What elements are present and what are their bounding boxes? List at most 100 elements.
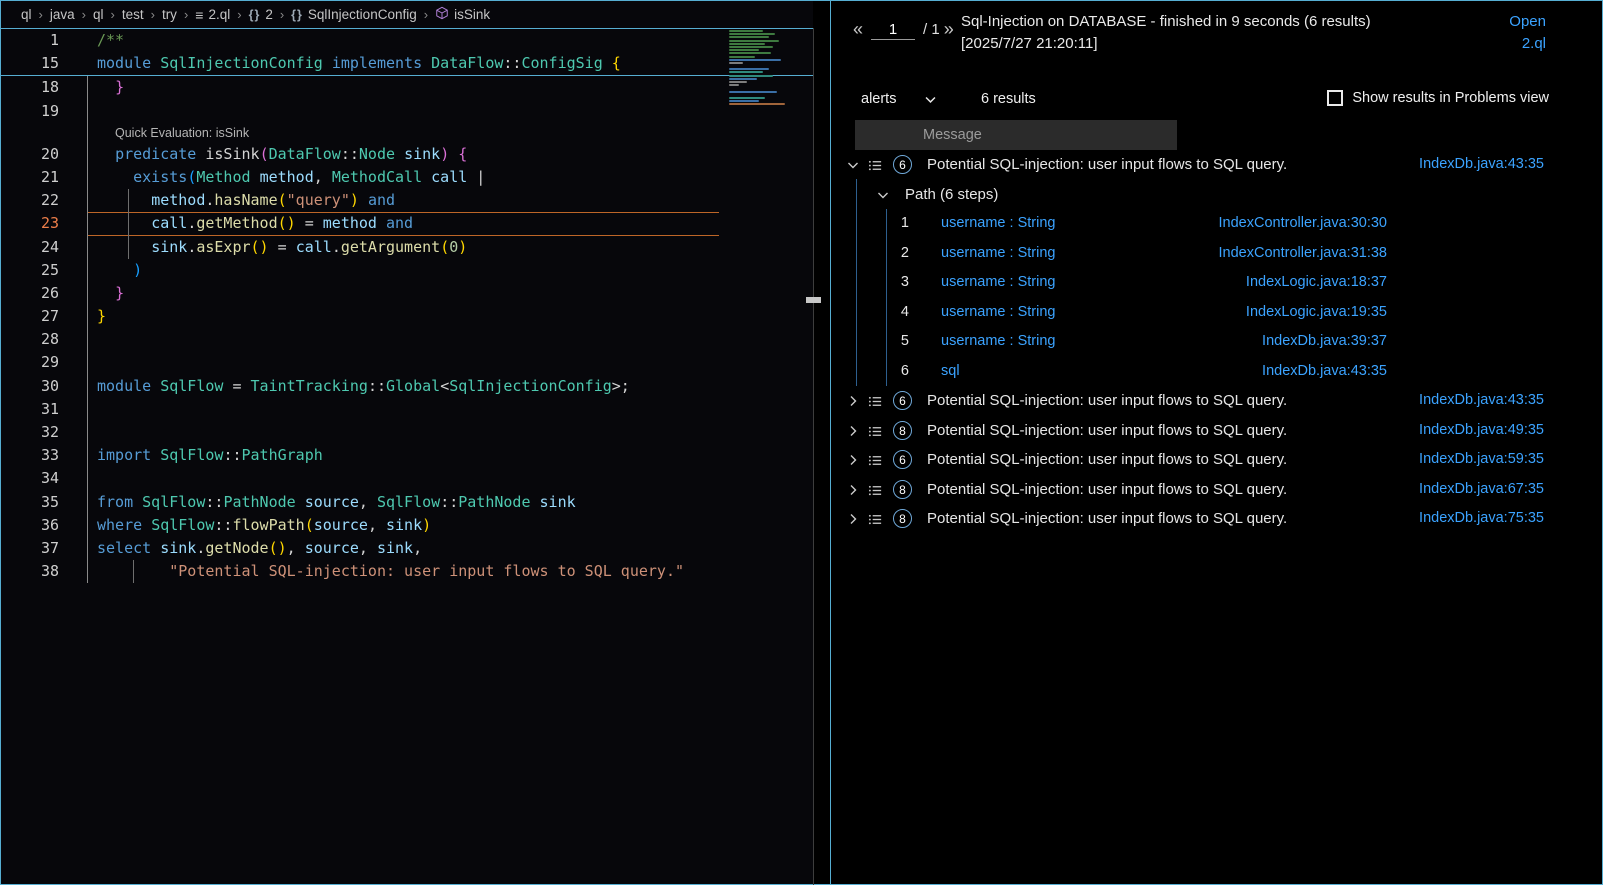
- chevron-down-icon[interactable]: [845, 157, 861, 173]
- breadcrumb-separator: ›: [280, 7, 284, 22]
- sash-drag-handle[interactable]: [806, 297, 821, 303]
- breadcrumb-item-java[interactable]: java: [50, 7, 75, 22]
- alert-location-link[interactable]: IndexDb.java:49:35: [1419, 416, 1544, 446]
- code-token: SqlFlow: [142, 493, 205, 511]
- prev-page-button[interactable]: «: [849, 19, 867, 40]
- alert-message[interactable]: Potential SQL-injection: user input flow…: [927, 150, 1287, 180]
- breadcrumb-item-test[interactable]: test: [122, 7, 144, 22]
- open-query-link[interactable]: Open 2.ql: [1509, 11, 1546, 55]
- code-line-content[interactable]: }: [97, 282, 124, 305]
- alert-location-link[interactable]: IndexDb.java:43:35: [1419, 150, 1544, 180]
- code-editor[interactable]: 18 }19Quick Evaluation: isSink20 predica…: [1, 76, 813, 583]
- minimap-code-mark: [729, 49, 759, 51]
- alert-message[interactable]: Potential SQL-injection: user input flow…: [927, 416, 1287, 446]
- code-token: PathNode: [458, 493, 530, 511]
- step-label-link[interactable]: username : String: [941, 327, 1055, 357]
- code-line-content[interactable]: select sink.getNode(), source, sink,: [97, 537, 422, 560]
- breadcrumb-item-ql[interactable]: ql: [93, 7, 104, 22]
- path-row[interactable]: Path (6 steps): [831, 180, 1602, 210]
- minimap[interactable]: [729, 30, 795, 107]
- code-line-content[interactable]: exists(Method method, MethodCall call |: [97, 166, 485, 189]
- code-line-content[interactable]: module SqlInjectionConfig implements Dat…: [97, 52, 621, 75]
- alert-location-link[interactable]: IndexDb.java:59:35: [1419, 445, 1544, 475]
- quick-evaluation-codelens[interactable]: Quick Evaluation: isSink: [115, 126, 249, 140]
- code-line-content[interactable]: import SqlFlow::PathGraph: [97, 444, 323, 467]
- code-line-content[interactable]: }: [97, 305, 106, 328]
- step-location-link[interactable]: IndexLogic.java:19:35: [1246, 298, 1387, 328]
- breadcrumb-item-2.ql[interactable]: ≡2.ql: [195, 7, 230, 23]
- step-label-link[interactable]: username : String: [941, 298, 1055, 328]
- step-label-link[interactable]: username : String: [941, 268, 1055, 298]
- alert-row[interactable]: 6Potential SQL-injection: user input flo…: [831, 445, 1602, 475]
- chevron-right-icon[interactable]: [845, 452, 861, 468]
- step-location-link[interactable]: IndexController.java:30:30: [1219, 209, 1387, 239]
- step-location-link[interactable]: IndexDb.java:43:35: [1262, 357, 1387, 387]
- alert-message[interactable]: Potential SQL-injection: user input flow…: [927, 386, 1287, 416]
- breadcrumb-item-issink[interactable]: isSink: [435, 6, 490, 23]
- code-line-content[interactable]: ): [97, 259, 142, 282]
- code-line-content[interactable]: /**: [97, 29, 124, 52]
- open-label[interactable]: Open: [1509, 11, 1546, 33]
- line-number: 28: [1, 328, 59, 351]
- chevron-right-icon[interactable]: [845, 393, 861, 409]
- code-line-content[interactable]: where SqlFlow::flowPath(source, sink): [97, 514, 431, 537]
- chevron-right-icon[interactable]: [845, 482, 861, 498]
- open-file-name[interactable]: 2.ql: [1509, 33, 1546, 55]
- code-line-content[interactable]: sink.asExpr() = call.getArgument(0): [97, 236, 467, 259]
- code-line-content[interactable]: "Potential SQL-injection: user input flo…: [97, 560, 684, 583]
- alert-location-link[interactable]: IndexDb.java:67:35: [1419, 475, 1544, 505]
- indent-guide: [128, 189, 129, 259]
- code-line-content[interactable]: }: [97, 76, 124, 99]
- view-mode-label[interactable]: alerts: [861, 91, 896, 107]
- chevron-right-icon[interactable]: [845, 423, 861, 439]
- chevron-right-icon[interactable]: [845, 511, 861, 527]
- list-icon: [868, 483, 883, 498]
- code-line-content[interactable]: method.hasName("query") and: [97, 189, 395, 212]
- problems-view-checkbox[interactable]: [1327, 90, 1343, 106]
- code-line-content[interactable]: predicate isSink(DataFlow::Node sink) {: [97, 143, 467, 166]
- message-column-header[interactable]: Message: [855, 120, 1177, 150]
- view-mode-select[interactable]: alerts: [861, 91, 937, 107]
- code-token: exists: [133, 168, 187, 186]
- chevron-down-icon[interactable]: [875, 187, 891, 203]
- step-label-link[interactable]: username : String: [941, 239, 1055, 269]
- code-token: module: [97, 54, 160, 72]
- path-step-row[interactable]: 4 username : String IndexLogic.java:19:35: [831, 298, 1602, 328]
- path-label: Path (6 steps): [905, 180, 998, 210]
- alert-row[interactable]: 8Potential SQL-injection: user input flo…: [831, 504, 1602, 534]
- alert-row[interactable]: 6Potential SQL-injection: user input flo…: [831, 386, 1602, 416]
- step-location-link[interactable]: IndexLogic.java:18:37: [1246, 268, 1387, 298]
- breadcrumb-item-ql[interactable]: ql: [21, 7, 32, 22]
- alert-row[interactable]: 8Potential SQL-injection: user input flo…: [831, 416, 1602, 446]
- alert-message[interactable]: Potential SQL-injection: user input flow…: [927, 504, 1287, 534]
- step-index: 4: [889, 298, 909, 328]
- alert-message[interactable]: Potential SQL-injection: user input flow…: [927, 475, 1287, 505]
- alert-row[interactable]: 8Potential SQL-injection: user input flo…: [831, 475, 1602, 505]
- step-label-link[interactable]: username : String: [941, 209, 1055, 239]
- code-line-content[interactable]: module SqlFlow = TaintTracking::Global<S…: [97, 375, 630, 398]
- code-token: {: [612, 54, 621, 72]
- code-line-content[interactable]: from SqlFlow::PathNode source, SqlFlow::…: [97, 491, 576, 514]
- step-label-link[interactable]: sql: [941, 357, 960, 387]
- page-number-input[interactable]: [871, 20, 915, 40]
- step-location-link[interactable]: IndexDb.java:39:37: [1262, 327, 1387, 357]
- breadcrumb-item-try[interactable]: try: [162, 7, 177, 22]
- code-line-content[interactable]: call.getMethod() = method and: [97, 212, 413, 235]
- path-step-row[interactable]: 1username : StringIndexController.java:3…: [831, 209, 1602, 239]
- alert-location-link[interactable]: IndexDb.java:75:35: [1419, 504, 1544, 534]
- next-page-button[interactable]: »: [940, 19, 958, 40]
- path-step-row[interactable]: 3username : StringIndexLogic.java:18:37: [831, 268, 1602, 298]
- path-step-row[interactable]: 5username : StringIndexDb.java:39:37: [831, 327, 1602, 357]
- alert-row[interactable]: 6Potential SQL-injection: user input flo…: [831, 150, 1602, 180]
- code-token: source: [305, 493, 359, 511]
- path-step-row[interactable]: 6sqlIndexDb.java:43:35: [831, 357, 1602, 387]
- alert-location-link[interactable]: IndexDb.java:43:35: [1419, 386, 1544, 416]
- line-number: 32: [1, 421, 59, 444]
- breadcrumb-item-2[interactable]: {}2: [249, 7, 273, 22]
- alert-message[interactable]: Potential SQL-injection: user input flow…: [927, 445, 1287, 475]
- step-location-link[interactable]: IndexController.java:31:38: [1219, 239, 1387, 269]
- code-token: SqlInjectionConfig: [449, 377, 612, 395]
- breadcrumb-item-sqlinjectionconfig[interactable]: {}SqlInjectionConfig: [291, 7, 417, 22]
- path-step-row[interactable]: 2username : StringIndexController.java:3…: [831, 239, 1602, 269]
- code-token: getArgument: [341, 238, 440, 256]
